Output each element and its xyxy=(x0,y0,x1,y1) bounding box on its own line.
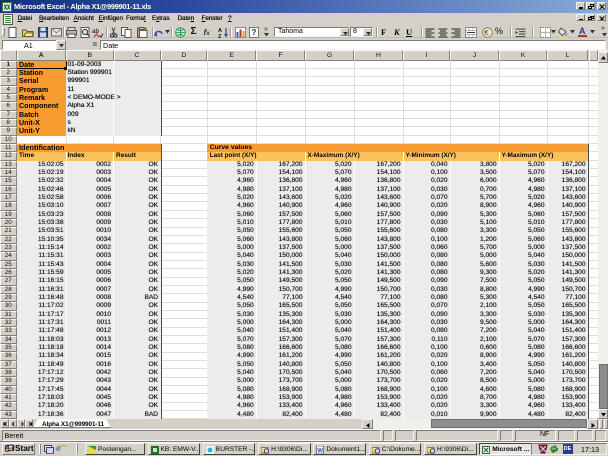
svg-text:?: ? xyxy=(252,28,257,37)
svg-text:Z: Z xyxy=(218,34,222,38)
svg-text:W: W xyxy=(318,448,324,454)
